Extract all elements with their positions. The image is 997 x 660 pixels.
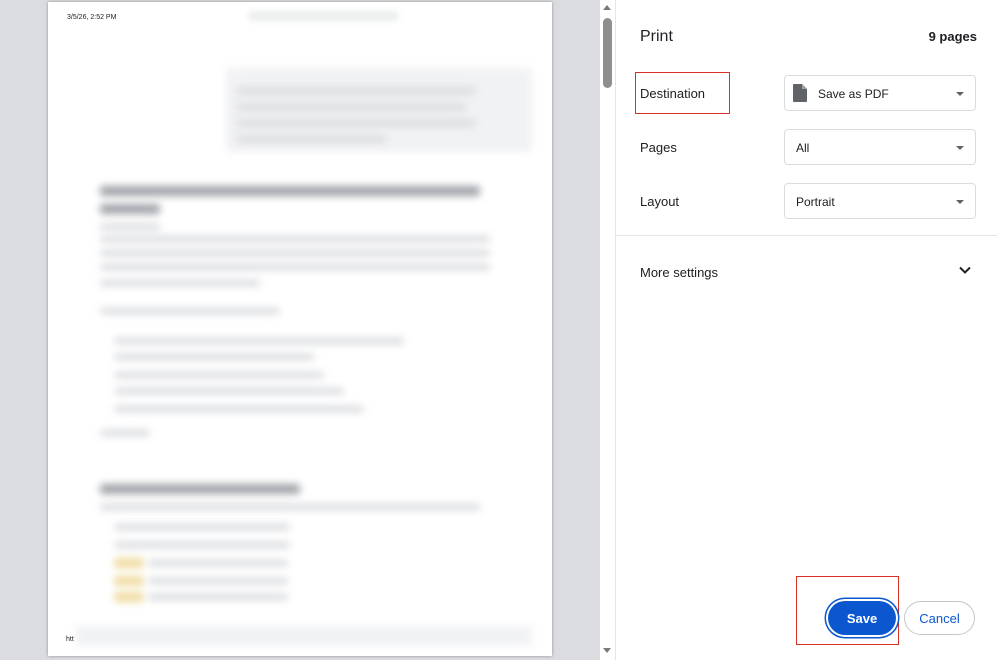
- caret-down-icon: [956, 92, 964, 96]
- chevron-down-icon: [959, 266, 971, 274]
- blurred-text: [100, 236, 490, 242]
- panel-title: Print: [640, 28, 673, 45]
- pages-value: All: [796, 141, 810, 155]
- blurred-text: [100, 224, 160, 230]
- scroll-up-arrow-icon[interactable]: [603, 5, 611, 10]
- preview-page: 3/5/26, 2:52 PM htt: [48, 2, 552, 656]
- blurred-list-item: [114, 372, 324, 378]
- blurred-highlight: [114, 558, 144, 568]
- blurred-text: [100, 280, 260, 286]
- layout-value: Portrait: [796, 195, 835, 209]
- destination-label: Destination: [640, 86, 706, 101]
- caret-down-icon: [956, 146, 964, 150]
- blurred-text: [100, 250, 490, 256]
- file-icon: [793, 84, 807, 102]
- blurred-text: [100, 308, 280, 314]
- blurred-highlight: [114, 576, 144, 586]
- blurred-list-item: [114, 354, 314, 360]
- cancel-button[interactable]: Cancel: [904, 601, 975, 635]
- blurred-text: [100, 504, 480, 510]
- layout-label: Layout: [640, 194, 680, 209]
- scrollbar-thumb[interactable]: [603, 18, 612, 88]
- page-header-title-blurred: [248, 11, 398, 21]
- blurred-list-item: [114, 542, 290, 548]
- blurred-text: [236, 104, 466, 110]
- page-header-timestamp: 3/5/26, 2:52 PM: [67, 14, 117, 21]
- destination-select[interactable]: Save as PDF: [784, 75, 976, 111]
- blurred-heading: [100, 484, 300, 494]
- destination-value: Save as PDF: [818, 87, 889, 101]
- pages-select[interactable]: All: [784, 129, 976, 165]
- pages-label: Pages: [640, 140, 677, 155]
- preview-scrollbar[interactable]: [600, 0, 615, 660]
- page-count: 9 pages: [928, 29, 977, 44]
- blurred-text: [236, 136, 386, 142]
- blurred-text: [100, 264, 490, 270]
- blurred-list-item: [114, 388, 344, 394]
- more-settings-label: More settings: [640, 265, 719, 280]
- blurred-list-item: [114, 524, 290, 530]
- blurred-list-item: [148, 560, 288, 566]
- caret-down-icon: [956, 200, 964, 204]
- blurred-text: [100, 430, 150, 436]
- blurred-list-item: [148, 594, 288, 600]
- blurred-footer-bar: [76, 626, 532, 646]
- save-button[interactable]: Save: [828, 601, 896, 635]
- blurred-list-item: [148, 578, 288, 584]
- blurred-list-item: [114, 406, 364, 412]
- blurred-highlight: [114, 592, 144, 602]
- blurred-heading: [100, 204, 160, 214]
- page-footer-url: htt: [66, 636, 74, 643]
- blurred-text: [236, 120, 476, 126]
- layout-select[interactable]: Portrait: [784, 183, 976, 219]
- blurred-heading: [100, 186, 480, 196]
- print-settings-panel: Print 9 pages Destination Save as PDF Pa…: [616, 0, 997, 660]
- print-preview-area: 3/5/26, 2:52 PM htt: [0, 0, 600, 660]
- section-divider: [616, 235, 997, 236]
- blurred-text: [236, 88, 476, 94]
- blurred-list-item: [114, 338, 404, 344]
- scroll-down-arrow-icon[interactable]: [603, 648, 611, 653]
- more-settings-toggle[interactable]: More settings: [616, 256, 997, 288]
